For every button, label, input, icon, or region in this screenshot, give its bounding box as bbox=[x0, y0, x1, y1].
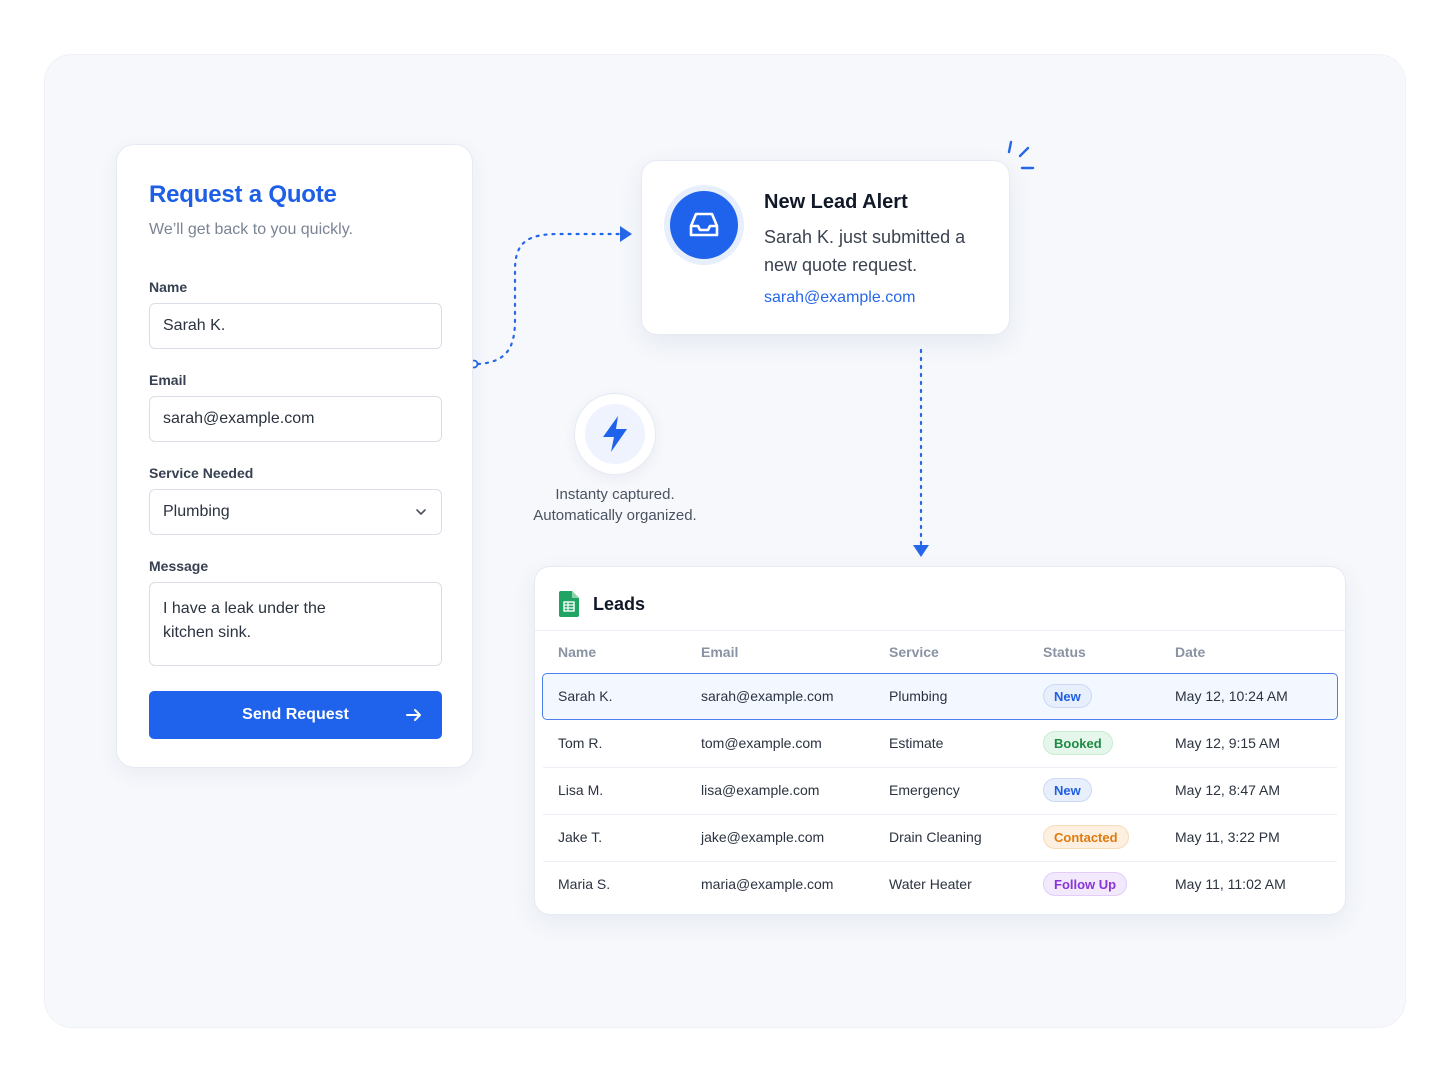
status-badge: Follow Up bbox=[1043, 872, 1128, 896]
name-value: Sarah K. bbox=[163, 317, 226, 334]
bolt-inner-circle bbox=[585, 404, 645, 464]
row-service: Drain Cleaning bbox=[889, 829, 982, 845]
email-value: sarah@example.com bbox=[163, 410, 315, 427]
row-name: Tom R. bbox=[558, 735, 603, 751]
row-name: Lisa M. bbox=[558, 782, 604, 798]
row-email: maria@example.com bbox=[701, 876, 834, 892]
row-email: lisa@example.com bbox=[701, 782, 820, 798]
column-header-email[interactable]: Email bbox=[701, 644, 738, 660]
send-request-label: Send Request bbox=[242, 706, 349, 723]
row-date: May 12, 10:24 AM bbox=[1175, 688, 1288, 704]
service-select[interactable]: Plumbing bbox=[149, 489, 442, 535]
status-badge: Booked bbox=[1043, 731, 1113, 755]
column-header-service[interactable]: Service bbox=[889, 644, 939, 660]
row-email: sarah@example.com bbox=[701, 688, 834, 704]
service-label: Service Needed bbox=[149, 465, 254, 481]
row-service: Plumbing bbox=[889, 688, 948, 704]
row-date: May 12, 9:15 AM bbox=[1175, 735, 1281, 751]
arrow-right-icon bbox=[406, 709, 421, 721]
row-name: Sarah K. bbox=[558, 688, 613, 704]
table-row[interactable]: Lisa M. lisa@example.com Emergency New M… bbox=[535, 767, 1345, 814]
alert-title: New Lead Alert bbox=[764, 191, 908, 213]
inbox-icon bbox=[689, 212, 719, 237]
leads-table-card: Leads Name Email Service Status Date Sar… bbox=[534, 566, 1346, 915]
table-row[interactable]: Sarah K. sarah@example.com Plumbing New … bbox=[535, 673, 1345, 720]
send-request-button[interactable]: Send Request bbox=[149, 691, 442, 739]
name-label: Name bbox=[149, 279, 188, 295]
row-name: Jake T. bbox=[558, 829, 603, 845]
form-title: Request a Quote bbox=[149, 181, 337, 208]
status-badge: Contacted bbox=[1043, 825, 1129, 849]
row-date: May 11, 11:02 AM bbox=[1175, 876, 1286, 892]
spreadsheet-icon bbox=[559, 591, 579, 617]
status-badge: New bbox=[1043, 684, 1092, 708]
row-email: tom@example.com bbox=[701, 735, 822, 751]
leads-header: Leads bbox=[535, 567, 1345, 631]
table-row[interactable]: Tom R. tom@example.com Estimate Booked M… bbox=[535, 720, 1345, 767]
row-date: May 12, 8:47 AM bbox=[1175, 782, 1281, 798]
alert-icon-circle bbox=[670, 191, 738, 259]
email-field[interactable]: sarah@example.com bbox=[149, 396, 442, 442]
alert-body: Sarah K. just submitted a new quote requ… bbox=[764, 227, 966, 275]
column-header-status[interactable]: Status bbox=[1043, 644, 1086, 660]
row-service: Emergency bbox=[889, 782, 960, 798]
leads-title: Leads bbox=[593, 594, 646, 614]
sparkle-icon bbox=[1007, 140, 1035, 170]
column-header-date[interactable]: Date bbox=[1175, 644, 1205, 660]
message-label: Message bbox=[149, 558, 209, 574]
row-service: Water Heater bbox=[889, 876, 972, 892]
captured-caption: Instanty captured. Automatically organiz… bbox=[533, 486, 697, 524]
name-field[interactable]: Sarah K. bbox=[149, 303, 442, 349]
status-badge: New bbox=[1043, 778, 1092, 802]
row-email: jake@example.com bbox=[701, 829, 825, 845]
service-value: Plumbing bbox=[163, 503, 230, 520]
table-row[interactable]: Jake T. jake@example.com Drain Cleaning … bbox=[535, 814, 1345, 861]
form-subtitle: We’ll get back to you quickly. bbox=[149, 221, 353, 238]
quote-form-card: Request a Quote We’ll get back to you qu… bbox=[116, 144, 473, 768]
email-label: Email bbox=[149, 372, 187, 388]
captured-badge bbox=[574, 393, 656, 475]
column-header-name[interactable]: Name bbox=[558, 644, 596, 660]
row-service: Estimate bbox=[889, 735, 944, 751]
message-field[interactable]: I have a leak under the kitchen sink. bbox=[149, 582, 442, 666]
new-lead-alert-card: New Lead Alert Sarah K. just submitted a… bbox=[641, 160, 1010, 335]
chevron-down-icon bbox=[416, 509, 426, 515]
alert-email-link[interactable]: sarah@example.com bbox=[764, 289, 915, 307]
row-name: Maria S. bbox=[558, 876, 611, 892]
row-date: May 11, 3:22 PM bbox=[1175, 829, 1280, 845]
table-row[interactable]: Maria S. maria@example.com Water Heater … bbox=[535, 861, 1345, 908]
lightning-bolt-icon bbox=[603, 416, 627, 452]
